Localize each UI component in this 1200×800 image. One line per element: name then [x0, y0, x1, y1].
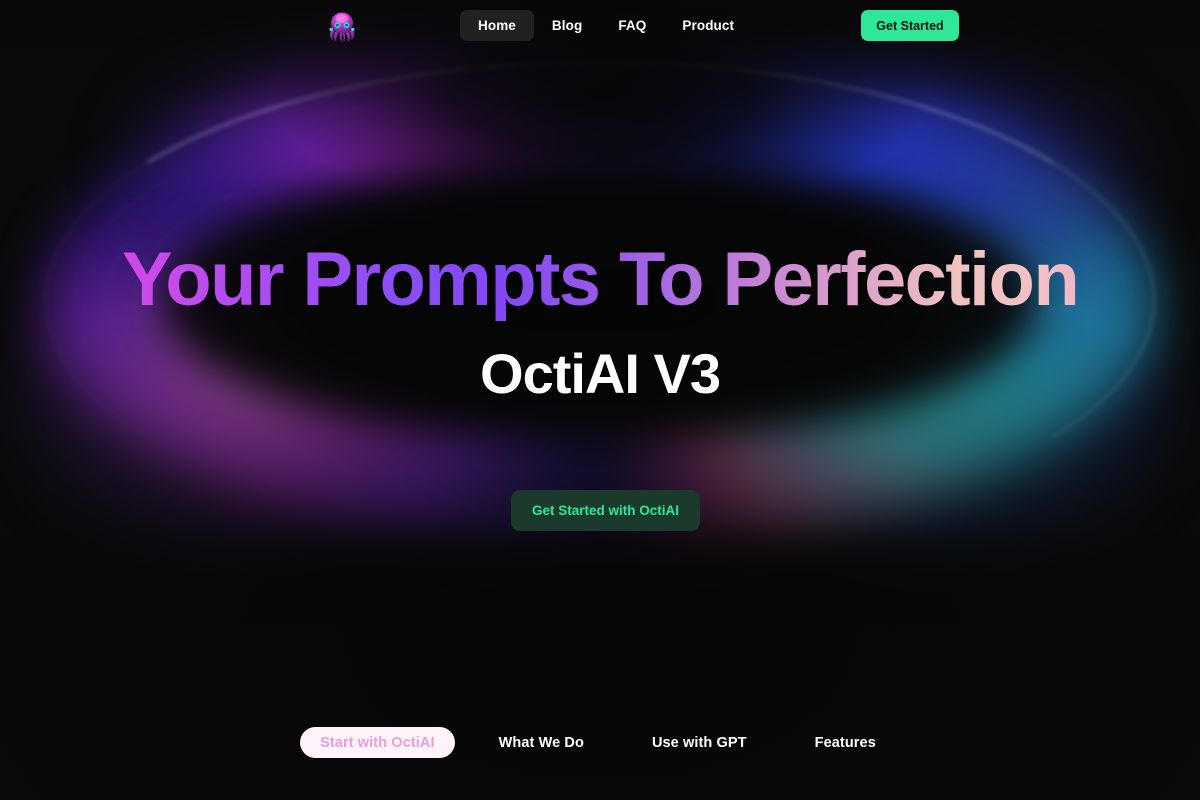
octopus-logo-icon[interactable] — [322, 6, 362, 46]
hero-section: Your Prompts To Perfection OctiAI V3 Get… — [0, 0, 1200, 800]
octopus-logo-svg — [329, 12, 355, 42]
ring-glow-bottom-right — [740, 255, 1170, 555]
ring-striation — [105, 107, 1095, 493]
main-navigation: Home Blog FAQ Product — [460, 10, 752, 41]
tab-start-with-octiai[interactable]: Start with OctiAI — [300, 727, 455, 758]
nav-item-product[interactable]: Product — [664, 10, 752, 41]
ring-glow-top-right — [580, 56, 1140, 306]
ring-striation — [75, 84, 1125, 516]
background-vignette — [0, 0, 1200, 800]
ring-torus-body — [45, 60, 1155, 540]
hero-headline: Your Prompts To Perfection — [0, 236, 1200, 324]
ring-rim-highlight — [45, 61, 1155, 539]
landing-page: Home Blog FAQ Product Get Started Your P… — [0, 0, 1200, 800]
nav-item-faq[interactable]: FAQ — [600, 10, 664, 41]
nav-item-home[interactable]: Home — [460, 10, 534, 41]
ring-striation — [132, 129, 1068, 471]
site-header: Home Blog FAQ Product Get Started — [0, 0, 1200, 52]
hero-cta-button[interactable]: Get Started with OctiAI — [511, 490, 700, 531]
section-tabs: Start with OctiAI What We Do Use with GP… — [0, 727, 1200, 758]
tab-features[interactable]: Features — [793, 727, 898, 758]
hero-background-art — [0, 0, 1200, 800]
ring-glow-bottom-left — [20, 250, 450, 550]
get-started-button[interactable]: Get Started — [861, 10, 959, 41]
tab-use-with-gpt[interactable]: Use with GPT — [630, 727, 769, 758]
hero-subheadline: OctiAI V3 — [480, 342, 721, 405]
ring-inner-hole — [160, 155, 1040, 445]
ring-glow-top-left — [130, 50, 650, 280]
nav-item-blog[interactable]: Blog — [534, 10, 600, 41]
tab-what-we-do[interactable]: What We Do — [477, 727, 606, 758]
